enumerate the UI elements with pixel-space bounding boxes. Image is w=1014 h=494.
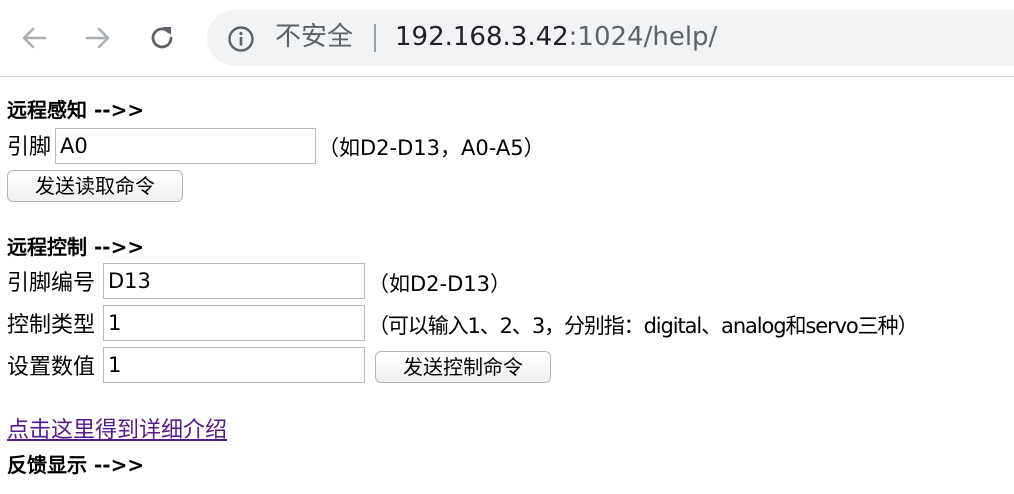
control-heading: 远程控制 -->> [7,235,145,259]
browser-toolbar: 不安全 192.168.3.42:1024/help/ [0,0,1014,77]
control-pin-input[interactable] [103,263,365,299]
control-value-input[interactable] [103,347,365,383]
back-arrow-icon [22,27,47,49]
control-value-label: 设置数值 [7,355,96,380]
back-button[interactable] [16,20,52,56]
reload-button[interactable] [144,20,180,56]
sensing-heading: 远程感知 -->> [7,98,145,122]
sensing-pin-input[interactable] [55,128,316,164]
info-icon[interactable] [227,25,255,53]
page-content: 远程感知 -->> 引脚 （如D2-D13，A0-A5） 发送读取命令 远程控制… [0,76,1014,494]
reload-icon [151,27,173,49]
control-type-hint: （可以输入1、2、3，分别指：digital、analog和servo三种） [368,314,918,338]
control-pin-hint: （如D2-D13） [368,272,512,296]
feedback-heading: 反馈显示 -->> [7,453,145,477]
send-control-command-button[interactable]: 发送控制命令 [375,351,551,383]
url-path: :1024/help/ [568,22,718,52]
send-read-command-button[interactable]: 发送读取命令 [7,170,183,202]
security-status[interactable]: 不安全 [275,22,353,52]
url-text[interactable]: 192.168.3.42:1024/help/ [395,22,717,52]
forward-button[interactable] [80,20,116,56]
detail-link[interactable]: 点击这里得到详细介绍 [7,418,227,444]
control-type-input[interactable] [103,305,365,341]
sensing-pin-hint: （如D2-D13，A0-A5） [318,136,545,160]
url-host: 192.168.3.42 [395,22,569,52]
control-pin-label: 引脚编号 [7,271,96,296]
address-bar[interactable]: 不安全 192.168.3.42:1024/help/ [207,10,1014,66]
forward-arrow-icon [85,27,110,49]
sensing-pin-label: 引脚 [7,135,52,160]
control-type-label: 控制类型 [7,313,96,338]
omnibox-divider [374,24,376,52]
